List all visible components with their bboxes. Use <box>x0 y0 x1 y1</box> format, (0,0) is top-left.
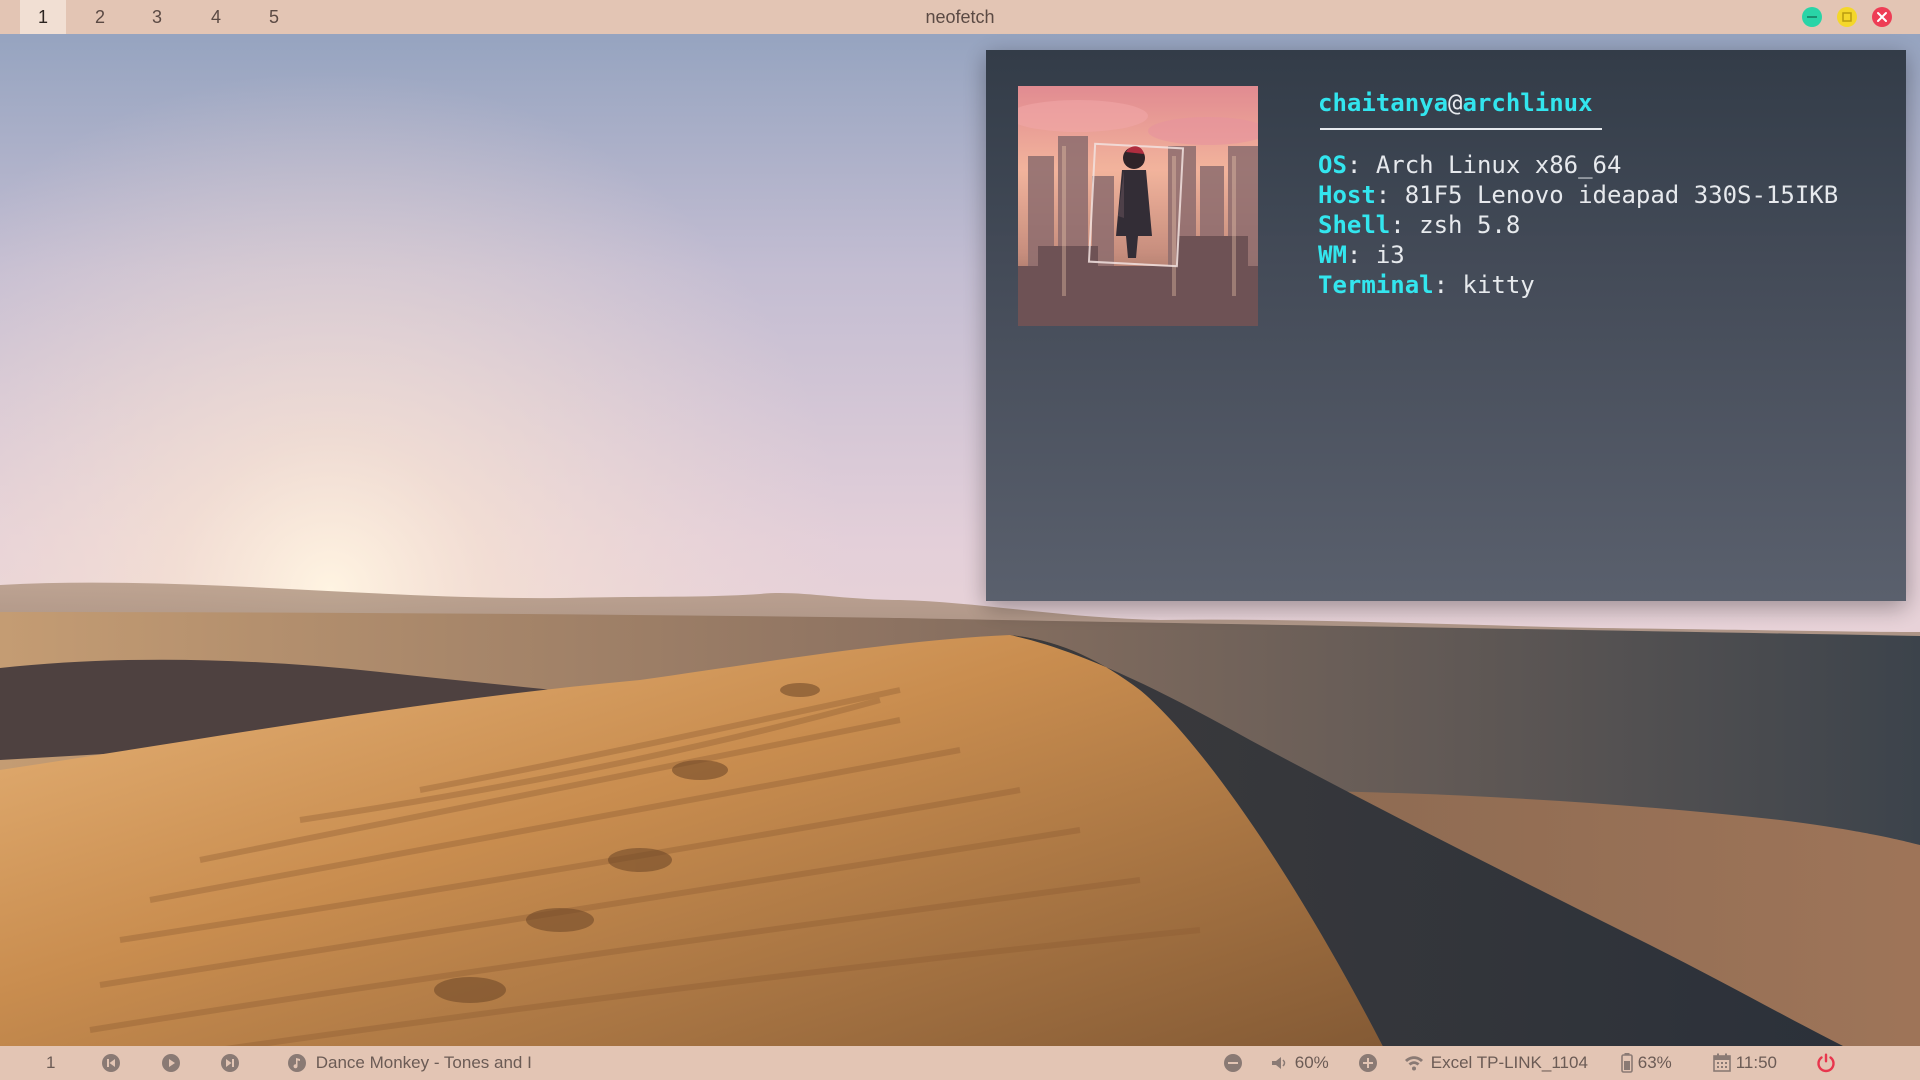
bottom-bar: 1 Dance Monkey - Tones and I 60% Excel T… <box>0 1046 1920 1080</box>
info-row-os: OS: Arch Linux x86_64 <box>1318 151 1622 179</box>
play-button[interactable] <box>161 1046 181 1080</box>
info-key: Host <box>1318 181 1376 209</box>
speaker-icon <box>1272 1056 1286 1069</box>
clock[interactable]: 11:50 <box>1713 1046 1777 1080</box>
network-indicator[interactable]: Excel TP-LINK_1104 <box>1404 1046 1588 1080</box>
wifi-icon <box>1405 1055 1423 1071</box>
info-value: Arch Linux x86_64 <box>1375 151 1622 179</box>
minimize-button[interactable] <box>1802 7 1822 27</box>
neofetch-image <box>1018 86 1258 326</box>
info-value: i3 <box>1375 241 1405 269</box>
info-row-shell: Shell: zsh 5.8 <box>1318 211 1521 239</box>
next-track-button[interactable] <box>220 1046 240 1080</box>
maximize-icon <box>1842 12 1852 22</box>
neofetch-info: chaitanya@archlinux OS: Arch Linux x86_64… <box>1318 88 1838 300</box>
user-host-line: chaitanya@archlinux <box>1318 88 1838 118</box>
workspace-4[interactable]: 4 <box>193 0 239 34</box>
workspace-indicator[interactable]: 1 <box>46 1046 55 1080</box>
clock-time: 11:50 <box>1735 1053 1778 1072</box>
volume-down-button[interactable] <box>1223 1046 1243 1080</box>
close-button[interactable] <box>1872 7 1892 27</box>
terminal-window[interactable]: chaitanya@archlinux OS: Arch Linux x86_64… <box>986 50 1906 601</box>
network-ssid: Excel TP-LINK_1104 <box>1430 1053 1588 1072</box>
info-key: Terminal <box>1318 271 1434 299</box>
close-icon <box>1877 12 1887 22</box>
battery-level: 63% <box>1637 1053 1672 1072</box>
workspace-3[interactable]: 3 <box>134 0 180 34</box>
info-key: OS <box>1318 151 1347 179</box>
volume-indicator[interactable]: 60% <box>1270 1046 1329 1080</box>
info-value: kitty <box>1462 271 1535 299</box>
workspace-1[interactable]: 1 <box>20 0 66 34</box>
music-note-icon <box>288 1053 306 1072</box>
workspace-5[interactable]: 5 <box>251 0 297 34</box>
info-row-host: Host: 81F5 Lenovo ideapad 330S-15IKB <box>1318 181 1839 209</box>
maximize-button[interactable] <box>1837 7 1857 27</box>
previous-track-button[interactable] <box>101 1046 121 1080</box>
separator-line <box>1320 128 1602 130</box>
battery-indicator: 63% <box>1621 1046 1672 1080</box>
play-icon <box>162 1053 180 1072</box>
at-sign: @ <box>1448 89 1463 117</box>
info-key: WM <box>1318 241 1347 269</box>
track-title: Dance Monkey - Tones and I <box>315 1053 532 1072</box>
info-value: zsh 5.8 <box>1419 211 1521 239</box>
minus-circle-icon <box>1224 1053 1242 1072</box>
plus-circle-icon <box>1359 1053 1377 1072</box>
info-key: Shell <box>1318 211 1391 239</box>
battery-icon <box>1621 1052 1633 1073</box>
top-bar: 1 2 3 4 5 neofetch <box>0 0 1920 34</box>
minimize-icon <box>1807 16 1817 18</box>
now-playing[interactable]: Dance Monkey - Tones and I <box>287 1046 532 1080</box>
power-icon <box>1817 1053 1835 1072</box>
hostname: archlinux <box>1462 89 1593 117</box>
volume-up-button[interactable] <box>1358 1046 1378 1080</box>
skip-next-icon <box>221 1053 239 1072</box>
username: chaitanya <box>1318 89 1449 117</box>
info-row-wm: WM: i3 <box>1318 241 1405 269</box>
desktop: 1 2 3 4 5 neofetch chaitanya@archlinux O… <box>0 0 1920 1080</box>
workspace-2[interactable]: 2 <box>77 0 123 34</box>
volume-level: 60% <box>1294 1053 1329 1072</box>
info-row-terminal: Terminal: kitty <box>1318 271 1535 299</box>
calendar-icon <box>1713 1053 1731 1072</box>
power-button[interactable] <box>1815 1046 1837 1080</box>
info-value: 81F5 Lenovo ideapad 330S-15IKB <box>1404 181 1839 209</box>
skip-previous-icon <box>102 1053 120 1072</box>
